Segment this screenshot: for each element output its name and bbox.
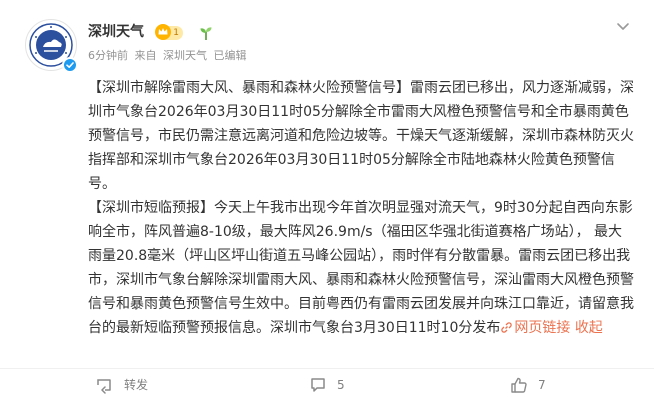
repost-icon [97,379,111,394]
link-icon [501,322,513,333]
web-link[interactable]: 网页链接 [500,320,570,336]
chevron-down-icon[interactable] [616,22,630,32]
post-time[interactable]: 6分钟前 [88,49,128,62]
paragraph-2-title: 【深圳市短临预报】 [88,200,214,216]
verified-icon [62,57,78,73]
weibo-post-card: 深圳天气 1 6分钟前 来自 深圳天气 已编辑 【深圳市解除雷雨大风、暴雨和森林… [0,0,654,403]
vip-badge[interactable]: 1 [155,24,183,40]
source-name[interactable]: 深圳天气 [163,49,207,62]
source-prefix: 来自 [134,49,157,62]
post-paragraph-1: 【深圳市解除雷雨大风、暴雨和森林火险预警信号】雷雨云团已移出，风力逐渐减弱，深圳… [88,76,636,196]
sprout-icon[interactable] [198,25,214,41]
repost-label: 转发 [124,378,149,392]
paragraph-1-text: 雷雨云团已移出，风力逐渐减弱，深圳市气象台2026年03月30日11时05分解除… [88,80,634,192]
action-divider [0,368,654,369]
post-meta: 6分钟前 来自 深圳天气 已编辑 [88,48,250,64]
vip-crown-icon [155,24,171,40]
like-count: 7 [538,378,546,392]
paragraph-2-text: 今天上午我市出现今年首次明显强对流天气，9时30分起自西向东影响全市，阵风普遍8… [88,200,634,336]
post-paragraph-2: 【深圳市短临预报】今天上午我市出现今年首次明显强对流天气，9时30分起自西向东影… [88,196,636,340]
comment-button[interactable]: 5 [309,376,369,394]
account-name[interactable]: 深圳天气 [88,22,144,42]
comment-icon [311,378,325,392]
like-button[interactable]: 7 [510,376,570,394]
post-content: 【深圳市解除雷雨大风、暴雨和森林火险预警信号】雷雨云团已移出，风力逐渐减弱，深圳… [88,76,636,340]
vip-level: 1 [173,28,179,38]
like-icon [511,377,527,393]
paragraph-1-title: 【深圳市解除雷雨大风、暴雨和森林火险预警信号】 [88,80,410,96]
comment-count: 5 [337,378,345,392]
collapse-link[interactable]: 收起 [575,320,603,336]
edited-label[interactable]: 已编辑 [214,49,247,62]
web-link-label: 网页链接 [514,320,571,336]
repost-button[interactable]: 转发 [96,376,176,394]
